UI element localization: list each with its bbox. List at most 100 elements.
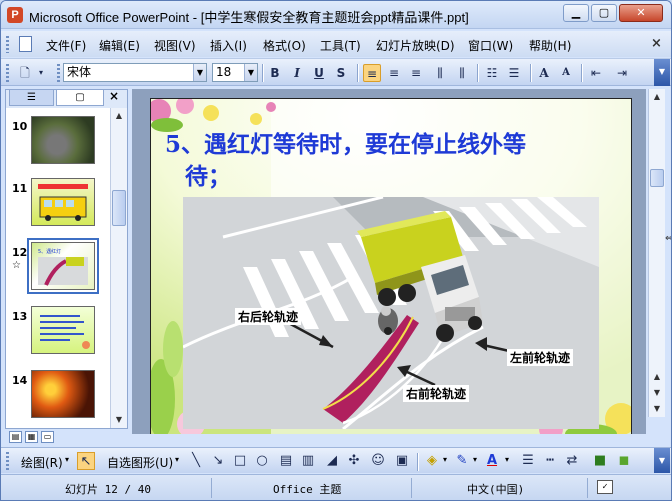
dash-style-icon[interactable]: ┅ — [541, 452, 559, 470]
shadow-style-icon[interactable]: ■ — [591, 452, 609, 470]
select-objects-button[interactable]: ↖ — [77, 452, 95, 470]
slide-thumbnail-list: 10 11 12 ☆ 5、遇红灯 13 14 — [6, 108, 110, 428]
clip-art-icon[interactable]: ☺ — [369, 452, 387, 470]
decrease-indent-icon[interactable]: ⇤ — [587, 64, 605, 82]
slide-thumb-10[interactable] — [31, 116, 95, 164]
minimize-button[interactable]: ▁ — [563, 4, 589, 22]
scroll-down-icon[interactable]: ▼ — [111, 412, 127, 428]
scroll-up-icon[interactable]: ▲ — [649, 89, 665, 105]
text-box-icon[interactable]: ▤ — [277, 452, 295, 470]
font-color-icon[interactable]: A — [483, 452, 501, 470]
chevron-down-icon[interactable]: ▾ — [505, 455, 509, 464]
menubar-grip[interactable] — [6, 36, 9, 53]
distribute-columns-icon[interactable]: ⫼ — [431, 64, 449, 82]
current-slide[interactable]: 右后轮轨迹 左前轮轨迹 右前轮轨迹 5、遇红灯等待时，要在停止线外等 待； — [150, 98, 632, 434]
scroll-down-icon[interactable]: ▲ — [649, 369, 665, 385]
bus-thumbnail — [38, 184, 88, 221]
menu-file[interactable]: 文件(F) — [46, 37, 86, 54]
arrow-tool-icon[interactable]: ↘ — [209, 452, 227, 470]
menu-format[interactable]: 格式(O) — [263, 37, 306, 54]
close-document-button[interactable]: × — [651, 36, 662, 51]
menu-window[interactable]: 窗口(W) — [468, 37, 513, 54]
line-tool-icon[interactable]: ╲ — [187, 452, 205, 470]
scroll-up-icon[interactable]: ▲ — [111, 108, 127, 124]
vertical-text-box-icon[interactable]: ▥ — [299, 452, 317, 470]
drawbar-overflow-icon[interactable]: ▼ — [654, 448, 670, 473]
menu-slideshow[interactable]: 幻灯片放映(D) — [376, 37, 455, 54]
previous-slide-icon[interactable]: ▼ — [649, 401, 665, 417]
splitter-handle-icon[interactable]: ⇔ — [665, 233, 671, 244]
align-left-button[interactable]: ≡ — [363, 64, 381, 82]
toolbar-grip-2[interactable] — [57, 64, 60, 82]
chevron-down-icon[interactable]: ▾ — [175, 455, 179, 464]
slide-thumb-11[interactable] — [31, 178, 95, 226]
increase-indent-icon[interactable]: ⇥ — [613, 64, 631, 82]
bullet-list-icon[interactable]: ☰ — [505, 64, 523, 82]
drawbar-grip[interactable] — [6, 452, 9, 470]
arrow-style-icon[interactable]: ⇄ — [563, 452, 581, 470]
draw-menu-button[interactable]: 绘图(R) — [21, 454, 63, 471]
view-buttons: ▤ ▦ ▭ — [9, 431, 119, 445]
menu-view[interactable]: 视图(V) — [154, 37, 196, 54]
slide-title[interactable]: 5、遇红灯等待时，要在停止线外等 待； — [165, 129, 585, 193]
maximize-button[interactable]: ▢ — [591, 4, 617, 22]
wordart-icon[interactable]: ◢ — [323, 452, 341, 470]
underline-button[interactable]: U — [310, 64, 328, 82]
separator — [530, 64, 531, 82]
slide-thumb-12[interactable]: 5、遇红灯 — [27, 238, 99, 294]
bold-button[interactable]: B — [266, 64, 284, 82]
slideshow-view-icon[interactable]: ▭ — [41, 431, 54, 443]
slide-scrollbar[interactable]: ▲ ▲ ▼ ▼ — [648, 89, 665, 417]
status-divider — [411, 478, 412, 498]
menu-help[interactable]: 帮助(H) — [529, 37, 571, 54]
tab-outline[interactable]: ☰ — [9, 90, 54, 106]
close-panel-icon[interactable]: × — [109, 89, 119, 103]
grow-font-button[interactable]: A — [535, 64, 553, 82]
tab-slides[interactable]: ▢ — [56, 90, 104, 106]
chevron-down-icon[interactable]: ▾ — [473, 455, 477, 464]
italic-button[interactable]: I — [288, 64, 306, 82]
chevron-down-icon[interactable]: ▼ — [244, 64, 257, 81]
slide-thumb-14[interactable] — [31, 370, 95, 418]
numbered-list-icon[interactable]: ☷ — [483, 64, 501, 82]
line-style-icon[interactable]: ☰ — [519, 452, 537, 470]
rectangle-tool-icon[interactable]: □ — [231, 452, 249, 470]
spelling-status-icon[interactable]: ✓ — [597, 480, 613, 494]
line-color-icon[interactable]: ✎ — [453, 452, 471, 470]
oval-tool-icon[interactable]: ○ — [253, 452, 271, 470]
autoshapes-menu-button[interactable]: 自选图形(U) — [107, 454, 173, 471]
font-name-select[interactable]: 宋体 ▼ — [63, 63, 207, 82]
menu-edit[interactable]: 编辑(E) — [99, 37, 140, 54]
chevron-down-icon[interactable]: ▾ — [443, 455, 447, 464]
toolbar-options-icon[interactable]: ▾ — [36, 64, 46, 82]
toolbar-overflow-icon[interactable]: ▼ — [654, 59, 670, 86]
thumbnail-scrollbar[interactable]: ▲ ▼ — [110, 108, 127, 428]
scroll-thumb[interactable] — [112, 190, 126, 226]
align-right-button[interactable]: ≡ — [407, 64, 425, 82]
3d-style-icon[interactable]: ◼ — [615, 452, 633, 470]
powerpoint-app-icon[interactable]: P — [7, 7, 23, 23]
chevron-down-icon[interactable]: ▾ — [65, 455, 69, 464]
align-center-button[interactable]: ≡ — [385, 64, 403, 82]
shadow-button[interactable]: S — [332, 64, 350, 82]
menu-tools[interactable]: 工具(T) — [320, 37, 361, 54]
document-icon[interactable] — [19, 36, 32, 52]
menu-insert[interactable]: 插入(I) — [210, 37, 247, 54]
shrink-font-button[interactable]: A — [557, 64, 575, 82]
new-document-icon[interactable]: 🗋 — [16, 64, 34, 82]
insert-picture-icon[interactable]: ▣ — [393, 452, 411, 470]
fill-color-icon[interactable]: ◈ — [423, 452, 441, 470]
chevron-down-icon[interactable]: ▼ — [193, 64, 206, 81]
slide-number: 11 — [12, 182, 28, 195]
slide-thumb-13[interactable] — [31, 306, 95, 354]
normal-view-icon[interactable]: ▤ — [9, 431, 22, 443]
formatting-toolbar: 🗋 ▾ 宋体 ▼ 18 ▼ B I U S ≡ ≡ ≡ ⫼ ⫼ ☷ ☰ A A … — [1, 58, 671, 86]
font-size-select[interactable]: 18 ▼ — [212, 63, 258, 82]
diagram-icon[interactable]: ✣ — [345, 452, 363, 470]
text-direction-icon[interactable]: ⫼ — [453, 64, 471, 82]
close-window-button[interactable]: ✕ — [619, 4, 663, 22]
scroll-thumb[interactable] — [650, 169, 664, 187]
slide-sorter-view-icon[interactable]: ▦ — [25, 431, 38, 443]
toolbar-grip[interactable] — [6, 64, 9, 82]
next-slide-icon[interactable]: ▼ — [649, 385, 665, 401]
